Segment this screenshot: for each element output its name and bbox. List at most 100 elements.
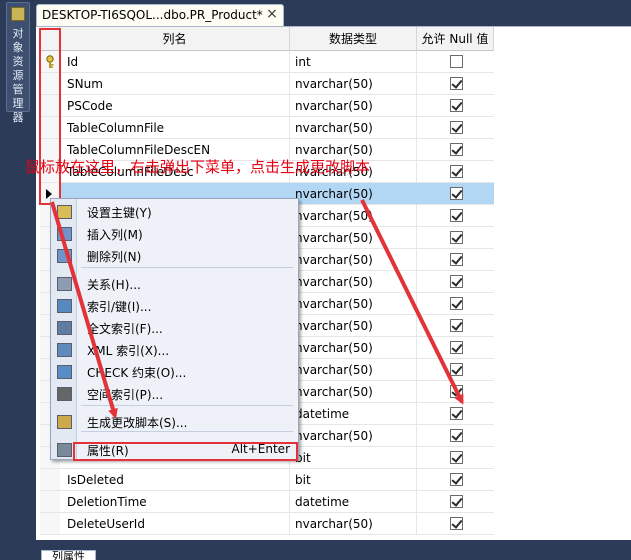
allow-null-cell	[417, 183, 494, 205]
table-row[interactable]: SNum nvarchar(50)	[60, 73, 494, 95]
column-name-cell[interactable]: Id	[60, 51, 290, 73]
table-row[interactable]: PSCode nvarchar(50)	[60, 95, 494, 117]
menu-item-label: 设置主键(Y)	[87, 206, 152, 220]
data-type-cell[interactable]: nvarchar(50)	[290, 117, 417, 139]
data-type-cell[interactable]: nvarchar(50)	[290, 183, 417, 205]
menu-item-insert-column[interactable]: 插入列(M)	[51, 223, 298, 245]
allow-null-cell	[417, 205, 494, 227]
bottom-bar: 列属性	[36, 540, 631, 560]
table-row[interactable]: IsDeleted bit	[60, 469, 494, 491]
allow-null-checkbox[interactable]	[450, 385, 463, 398]
data-type-cell[interactable]: nvarchar(50)	[290, 337, 417, 359]
allow-null-checkbox[interactable]	[450, 495, 463, 508]
table-row[interactable]: TableColumnFile nvarchar(50)	[60, 117, 494, 139]
annotation-text: 鼠标放在这里，右击弹出下菜单，点击生成更改脚本	[25, 158, 371, 176]
generate-script-highlight	[73, 442, 298, 461]
allow-null-checkbox[interactable]	[450, 473, 463, 486]
index-icon	[57, 299, 72, 313]
object-explorer-tab[interactable]: 对象资源管理器	[6, 2, 30, 124]
allow-null-checkbox[interactable]	[450, 99, 463, 112]
allow-null-checkbox[interactable]	[450, 209, 463, 222]
row-selector[interactable]	[40, 513, 60, 535]
column-name-cell[interactable]: IsDeleted	[60, 469, 290, 491]
data-type-cell[interactable]: nvarchar(50)	[290, 95, 417, 117]
data-type-cell[interactable]: datetime	[290, 491, 417, 513]
table-row[interactable]: Id int	[60, 51, 494, 73]
allow-null-checkbox[interactable]	[450, 55, 463, 68]
row-selector[interactable]	[40, 491, 60, 513]
data-type-cell[interactable]: nvarchar(50)	[290, 271, 417, 293]
data-type-cell[interactable]: bit	[290, 447, 417, 469]
allow-null-checkbox[interactable]	[450, 253, 463, 266]
data-type-cell[interactable]: int	[290, 51, 417, 73]
allow-null-cell	[417, 293, 494, 315]
row-selector-highlight	[39, 28, 61, 205]
data-type-cell[interactable]: nvarchar(50)	[290, 381, 417, 403]
allow-null-cell	[417, 73, 494, 95]
column-header-type: 数据类型	[290, 27, 417, 51]
column-properties-tab[interactable]: 列属性	[41, 550, 96, 560]
allow-null-checkbox[interactable]	[450, 341, 463, 354]
menu-item-key[interactable]: 设置主键(Y)	[51, 201, 298, 223]
allow-null-checkbox[interactable]	[450, 517, 463, 530]
row-selector[interactable]	[40, 469, 60, 491]
menu-item-xml-index[interactable]: XML 索引(X)...	[51, 339, 298, 361]
allow-null-checkbox[interactable]	[450, 297, 463, 310]
allow-null-cell	[417, 95, 494, 117]
menu-item-check-constraint[interactable]: CHECK 约束(O)...	[51, 361, 298, 383]
column-name-cell[interactable]: PSCode	[60, 95, 290, 117]
data-type-cell[interactable]: nvarchar(50)	[290, 359, 417, 381]
menu-item-spatial-index[interactable]: 空间索引(P)...	[51, 383, 298, 405]
table-row[interactable]: DeleteUserId nvarchar(50)	[60, 513, 494, 535]
data-type-cell[interactable]: nvarchar(50)	[290, 425, 417, 447]
allow-null-checkbox[interactable]	[450, 121, 463, 134]
menu-item-label: 全文索引(F)...	[87, 322, 163, 336]
column-name-cell[interactable]: DeleteUserId	[60, 513, 290, 535]
close-tab-icon[interactable]: ×	[264, 6, 280, 24]
menu-item-label: 删除列(N)	[87, 250, 142, 264]
table-row[interactable]: DeletionTime datetime	[60, 491, 494, 513]
data-type-cell[interactable]: nvarchar(50)	[290, 513, 417, 535]
insert-column-icon	[57, 227, 72, 241]
menu-item-fulltext-index[interactable]: 全文索引(F)...	[51, 317, 298, 339]
menu-item-index[interactable]: 索引/键(I)...	[51, 295, 298, 317]
menu-item-relationship[interactable]: 关系(H)...	[51, 273, 298, 295]
document-tab[interactable]: DESKTOP-TI6SQOL...dbo.PR_Product* ×	[36, 4, 284, 26]
allow-null-checkbox[interactable]	[450, 143, 463, 156]
data-type-cell[interactable]: bit	[290, 469, 417, 491]
menu-item-script[interactable]: 生成更改脚本(S)...	[51, 411, 298, 433]
allow-null-checkbox[interactable]	[450, 231, 463, 244]
allow-null-checkbox[interactable]	[450, 275, 463, 288]
allow-null-checkbox[interactable]	[450, 451, 463, 464]
column-name-cell[interactable]: DeletionTime	[60, 491, 290, 513]
allow-null-cell	[417, 271, 494, 293]
allow-null-checkbox[interactable]	[450, 407, 463, 420]
data-type-cell[interactable]: nvarchar(50)	[290, 315, 417, 337]
document-tab-title: DESKTOP-TI6SQOL...dbo.PR_Product*	[42, 8, 263, 22]
data-type-cell[interactable]: nvarchar(50)	[290, 205, 417, 227]
allow-null-cell	[417, 117, 494, 139]
column-name-cell[interactable]: SNum	[60, 73, 290, 95]
xml-index-icon	[57, 343, 72, 357]
allow-null-cell	[417, 337, 494, 359]
menu-separator	[81, 267, 293, 268]
data-type-cell[interactable]: nvarchar(50)	[290, 249, 417, 271]
data-type-cell[interactable]: nvarchar(50)	[290, 73, 417, 95]
allow-null-cell	[417, 227, 494, 249]
column-name-cell[interactable]: TableColumnFile	[60, 117, 290, 139]
properties-icon	[57, 443, 72, 457]
allow-null-checkbox[interactable]	[450, 165, 463, 178]
allow-null-cell	[417, 315, 494, 337]
fulltext-index-icon	[57, 321, 72, 335]
allow-null-checkbox[interactable]	[450, 429, 463, 442]
column-header-name: 列名	[60, 27, 290, 51]
allow-null-checkbox[interactable]	[450, 187, 463, 200]
delete-column-icon	[57, 249, 72, 263]
data-type-cell[interactable]: datetime	[290, 403, 417, 425]
allow-null-checkbox[interactable]	[450, 77, 463, 90]
menu-item-delete-column[interactable]: 删除列(N)	[51, 245, 298, 267]
allow-null-checkbox[interactable]	[450, 363, 463, 376]
data-type-cell[interactable]: nvarchar(50)	[290, 293, 417, 315]
allow-null-checkbox[interactable]	[450, 319, 463, 332]
data-type-cell[interactable]: nvarchar(50)	[290, 227, 417, 249]
